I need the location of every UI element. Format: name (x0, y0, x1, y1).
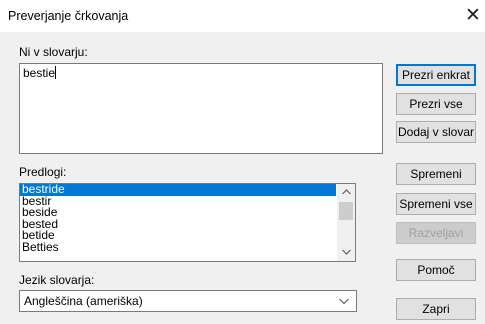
suggestions-label: Predlogi: (19, 165, 67, 179)
dialog-body: Ni v slovarju: bestie Predlogi: bestride… (0, 32, 485, 324)
window-title: Preverjanje črkovanja (8, 9, 129, 23)
suggestions-scrollbar[interactable] (336, 184, 355, 261)
suggestions-listbox[interactable]: bestride bestir beside bested betide Bet… (19, 183, 356, 262)
chevron-down-icon[interactable] (338, 291, 350, 311)
not-in-dictionary-label: Ni v slovarju: (19, 45, 88, 59)
ignore-all-button[interactable]: Prezri vse (396, 93, 476, 115)
dictionary-language-select[interactable]: Angleščina (ameriška) (19, 290, 357, 312)
ignore-once-button[interactable]: Prezri enkrat (396, 64, 476, 86)
not-in-dictionary-textarea[interactable]: bestie (19, 63, 383, 154)
chevron-up-icon[interactable] (337, 184, 355, 201)
dictionary-language-label: Jezik slovarja: (19, 273, 95, 287)
suggestion-item[interactable]: betide (20, 229, 336, 242)
chevron-down-icon[interactable] (337, 244, 355, 261)
title-bar: Preverjanje črkovanja ✕ (0, 0, 485, 32)
close-button[interactable]: Zapri (396, 298, 476, 320)
add-to-dictionary-button[interactable]: Dodaj v slovar (396, 121, 476, 143)
suggestion-item[interactable]: beside (20, 206, 336, 219)
help-button[interactable]: Pomoč (396, 259, 476, 281)
dictionary-language-value: Angleščina (ameriška) (24, 294, 143, 308)
undo-button: Razveljavi (396, 222, 476, 244)
suggestions-list: bestride bestir beside bested betide Bet… (20, 184, 336, 253)
close-icon[interactable]: ✕ (462, 4, 484, 28)
scroll-thumb[interactable] (339, 202, 353, 220)
suggestion-item[interactable]: bestir (20, 195, 336, 208)
suggestion-item[interactable]: Betties (20, 241, 336, 254)
not-in-dictionary-text: bestie (23, 66, 56, 80)
change-all-button[interactable]: Spremeni vse (396, 193, 476, 215)
suggestion-item[interactable]: bestride (20, 184, 336, 196)
text-caret (55, 66, 57, 79)
suggestion-item[interactable]: bested (20, 218, 336, 231)
change-button[interactable]: Spremeni (396, 163, 476, 185)
